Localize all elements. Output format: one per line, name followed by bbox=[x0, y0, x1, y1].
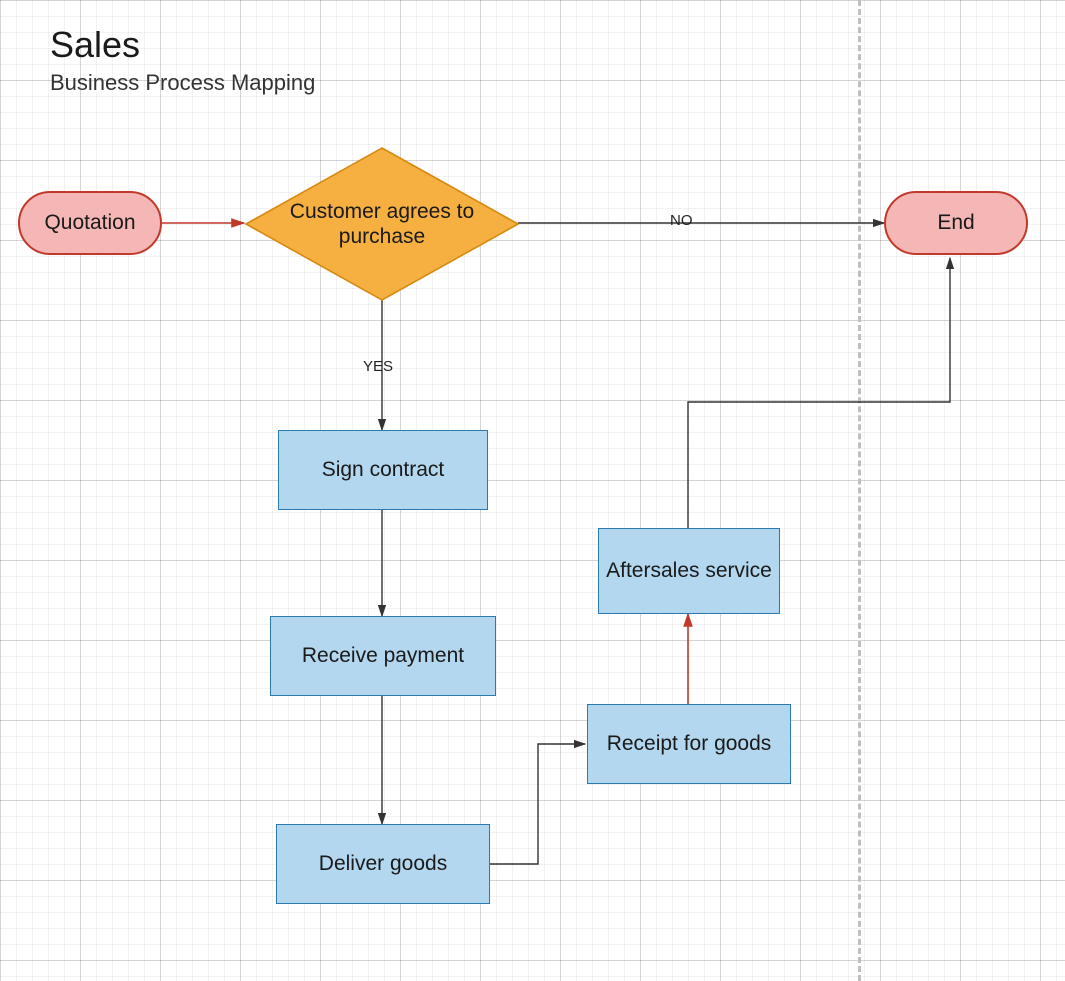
node-quotation[interactable]: Quotation bbox=[18, 191, 162, 255]
edge-label-yes: YES bbox=[363, 358, 393, 375]
node-sign-contract-label: Sign contract bbox=[322, 457, 445, 482]
node-receive-payment-label: Receive payment bbox=[302, 643, 464, 668]
node-decision[interactable]: Customer agrees to purchase bbox=[244, 146, 520, 302]
node-decision-label: Customer agrees to purchase bbox=[244, 146, 520, 302]
node-receive-payment[interactable]: Receive payment bbox=[270, 616, 496, 696]
node-deliver-goods-label: Deliver goods bbox=[319, 851, 447, 876]
edge-label-no: NO bbox=[670, 212, 693, 229]
node-aftersales-label: Aftersales service bbox=[606, 558, 772, 583]
node-receipt-for-goods[interactable]: Receipt for goods bbox=[587, 704, 791, 784]
node-end[interactable]: End bbox=[884, 191, 1028, 255]
title-block: Sales Business Process Mapping bbox=[50, 24, 315, 96]
node-receipt-for-goods-label: Receipt for goods bbox=[607, 731, 772, 756]
diagram-title: Sales bbox=[50, 24, 315, 66]
canvas-grid bbox=[0, 0, 1065, 981]
node-quotation-label: Quotation bbox=[44, 210, 135, 235]
diagram-subtitle: Business Process Mapping bbox=[50, 70, 315, 96]
node-deliver-goods[interactable]: Deliver goods bbox=[276, 824, 490, 904]
node-sign-contract[interactable]: Sign contract bbox=[278, 430, 488, 510]
page-divider bbox=[858, 0, 861, 981]
node-aftersales[interactable]: Aftersales service bbox=[598, 528, 780, 614]
node-end-label: End bbox=[937, 210, 974, 235]
